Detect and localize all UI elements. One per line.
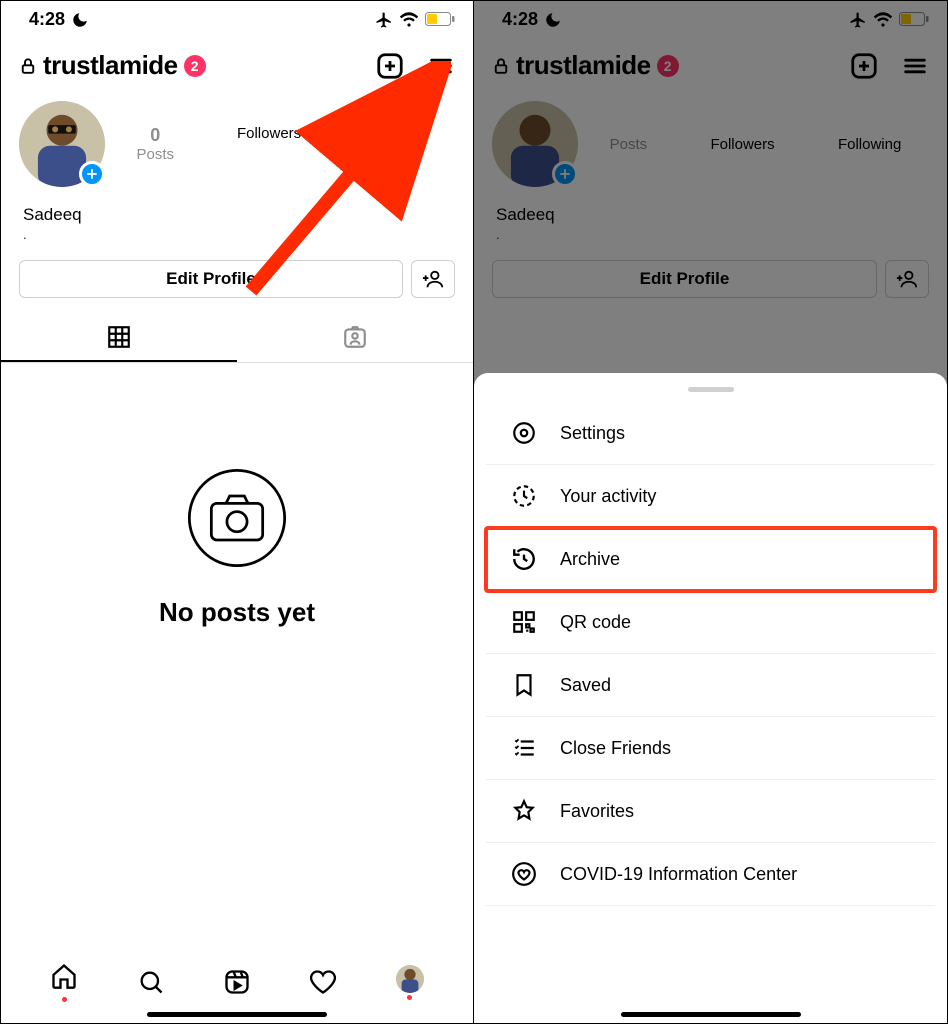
- home-indicator: [621, 1012, 801, 1017]
- stat-posts[interactable]: 0 Posts: [136, 125, 174, 163]
- airplane-icon: [375, 11, 393, 29]
- profile-tabs: [1, 314, 473, 363]
- star-icon: [511, 798, 537, 824]
- nav-home[interactable]: [50, 962, 78, 1002]
- close-friends-icon: [511, 735, 537, 761]
- qr-code-icon: [511, 609, 537, 635]
- search-icon[interactable]: [137, 968, 165, 996]
- profile-header: trustlamide 2: [1, 34, 473, 93]
- activity-heart-icon[interactable]: [309, 968, 337, 996]
- menu-screen: 4:28 trustlamide 2: [474, 1, 947, 1023]
- status-time: 4:28: [29, 9, 65, 30]
- stat-following[interactable]: Following: [364, 125, 427, 163]
- hamburger-menu-icon[interactable]: [427, 52, 455, 80]
- profile-screen: 4:28 trustlamide 2: [1, 1, 474, 1023]
- discover-people-button[interactable]: [411, 260, 455, 298]
- empty-posts-area: No posts yet: [1, 363, 473, 628]
- menu-settings[interactable]: Settings: [486, 402, 935, 465]
- tagged-icon: [342, 324, 368, 350]
- archive-icon: [511, 546, 537, 572]
- display-name: Sadeeq: [1, 195, 473, 227]
- add-person-icon: [422, 268, 444, 290]
- menu-favorites[interactable]: Favorites: [486, 780, 935, 843]
- heart-circle-icon: [511, 861, 537, 887]
- bookmark-icon: [511, 672, 537, 698]
- nav-profile[interactable]: [396, 965, 424, 1000]
- username-area[interactable]: trustlamide 2: [19, 50, 206, 81]
- reels-icon[interactable]: [223, 968, 251, 996]
- activity-icon: [511, 483, 537, 509]
- status-bar: 4:28: [1, 1, 473, 34]
- moon-icon: [71, 11, 89, 29]
- menu-saved[interactable]: Saved: [486, 654, 935, 717]
- bio-text: .: [1, 227, 473, 250]
- nav-home-dot: [62, 997, 67, 1002]
- menu-archive[interactable]: Archive: [486, 528, 935, 591]
- menu-sheet: Settings Your activity Archive QR code S…: [474, 373, 947, 1023]
- empty-posts-text: No posts yet: [159, 597, 315, 628]
- menu-close-friends[interactable]: Close Friends: [486, 717, 935, 780]
- stat-followers[interactable]: Followers: [237, 125, 301, 163]
- sheet-handle[interactable]: [688, 387, 734, 392]
- settings-icon: [511, 420, 537, 446]
- profile-avatar[interactable]: [19, 101, 105, 187]
- nav-profile-dot: [407, 995, 412, 1000]
- home-icon: [50, 962, 78, 990]
- bottom-nav: [1, 948, 473, 1023]
- profile-stats-row: 0 Posts Followers Following: [1, 93, 473, 195]
- menu-your-activity[interactable]: Your activity: [486, 465, 935, 528]
- camera-outline-icon: [182, 463, 292, 573]
- lock-icon: [19, 57, 37, 75]
- grid-icon: [106, 324, 132, 350]
- username-text: trustlamide: [43, 50, 178, 81]
- wifi-icon: [399, 10, 419, 30]
- battery-icon: [425, 12, 455, 28]
- edit-profile-button[interactable]: Edit Profile: [19, 260, 403, 298]
- add-story-icon[interactable]: [79, 161, 105, 187]
- tab-tagged[interactable]: [237, 314, 473, 362]
- tab-grid[interactable]: [1, 314, 237, 362]
- menu-qr-code[interactable]: QR code: [486, 591, 935, 654]
- notification-badge: 2: [184, 55, 206, 77]
- home-indicator: [147, 1012, 327, 1017]
- create-post-icon[interactable]: [375, 51, 405, 81]
- menu-covid-info[interactable]: COVID-19 Information Center: [486, 843, 935, 906]
